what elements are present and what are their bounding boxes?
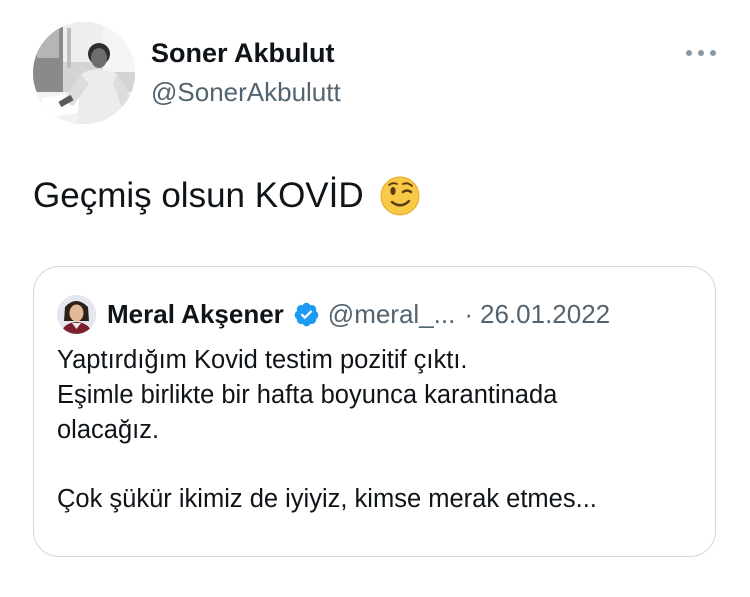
tweet-text-content: Geçmiş olsun KOVİD [33, 176, 364, 215]
quoted-author-avatar[interactable] [57, 295, 96, 334]
author-name[interactable]: Soner Akbulut [151, 37, 335, 69]
quoted-tweet-text: Yaptırdığım Kovid testim pozitif çıktı. … [57, 343, 697, 517]
author-avatar[interactable] [33, 22, 135, 124]
quoted-text-line: Eşimle birlikte bir hafta boyunca karant… [57, 381, 558, 409]
more-horizontal-icon [686, 50, 716, 56]
quoted-author-photo [57, 295, 96, 334]
quoted-author-name[interactable]: Meral Akşener [107, 299, 284, 330]
quoted-text-line: Çok şükür ikimiz de iyiyiz, kimse merak … [57, 485, 597, 513]
tweet-text: Geçmiş olsun KOVİD [33, 173, 420, 219]
author-handle[interactable]: @SonerAkbulutt [151, 76, 341, 108]
author-photo [33, 22, 135, 124]
quoted-tweet-date[interactable]: 26.01.2022 [480, 299, 610, 330]
quoted-author-handle[interactable]: @meral_... [328, 299, 456, 330]
quoted-text-line: Yaptırdığım Kovid testim pozitif çıktı. [57, 346, 468, 374]
more-options-button[interactable] [684, 42, 718, 64]
quoted-tweet-header: Meral Akşener @meral_... · 26.01.2022 [107, 296, 610, 332]
header-separator: · [464, 298, 474, 329]
winking-face-emoji [380, 176, 420, 216]
quoted-text-blank-line [57, 448, 697, 482]
verified-badge-icon [294, 302, 319, 326]
quoted-text-line: olacağız. [57, 416, 160, 444]
